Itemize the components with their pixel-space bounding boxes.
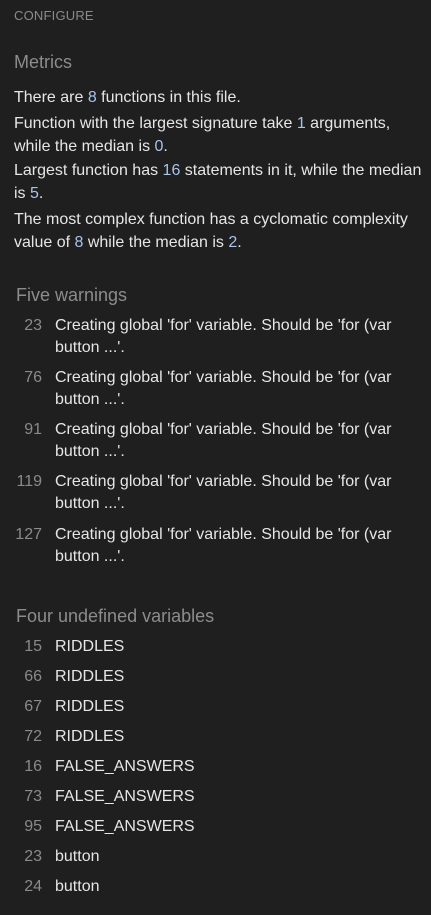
warning-message: Creating global 'for' variable. Should b… (55, 473, 392, 512)
metric-text: . (38, 185, 44, 202)
line-number: 95 (24, 818, 42, 835)
metrics-title: Metrics (14, 52, 72, 72)
metric-text: Function with the largest signature take (14, 115, 297, 132)
variable-name: RIDDLES (55, 728, 125, 745)
configure-link[interactable]: CONFIGURE (14, 8, 94, 23)
line-number: 72 (24, 728, 42, 745)
warning-message: Creating global 'for' variable. Should b… (55, 317, 392, 356)
line-number: 73 (24, 788, 42, 805)
variable-name: RIDDLES (55, 668, 125, 685)
metric-median: 5 (30, 185, 39, 202)
line-number: 66 (24, 668, 42, 685)
line-number: 23 (24, 317, 42, 334)
metric-complexity: The most complex function has a cyclomat… (14, 208, 426, 254)
line-number: 119 (16, 473, 42, 490)
line-number: 67 (24, 698, 42, 715)
variable-name: FALSE_ANSWERS (55, 788, 195, 805)
line-number: 16 (24, 758, 42, 775)
warnings-title: Five warnings (16, 285, 128, 305)
metric-text: . (163, 138, 168, 155)
metric-statements: Largest function has 16 statements in it… (14, 159, 426, 205)
metric-value: 16 (162, 162, 181, 179)
line-number: 23 (24, 848, 42, 865)
metric-text: . (237, 234, 242, 251)
metric-text: while the median is (83, 234, 229, 251)
metric-text: functions in this file. (96, 89, 241, 106)
metric-text: Largest function has (14, 162, 163, 179)
variable-name: button (55, 848, 100, 865)
line-number: 15 (24, 638, 42, 655)
metric-text: There are (14, 89, 88, 106)
variable-name: RIDDLES (55, 638, 125, 655)
line-number: 24 (24, 878, 42, 895)
variable-name: FALSE_ANSWERS (55, 758, 195, 775)
metric-signature: Function with the largest signature take… (14, 112, 426, 158)
warning-message: Creating global 'for' variable. Should b… (55, 421, 392, 460)
line-number: 127 (15, 526, 42, 543)
warning-message: Creating global 'for' variable. Should b… (55, 369, 392, 408)
line-number: 91 (24, 421, 42, 438)
line-number: 76 (24, 369, 42, 386)
variable-name: RIDDLES (55, 698, 125, 715)
undefined-variables-title: Four undefined variables (16, 606, 215, 626)
metric-value: 1 (296, 115, 306, 132)
metric-median: 2 (228, 234, 238, 251)
variable-name: FALSE_ANSWERS (55, 818, 195, 835)
warning-message: Creating global 'for' variable. Should b… (55, 526, 392, 565)
metric-functions-count: There are 8 functions in this file. (14, 86, 426, 109)
jshint-panel: CONFIGURE Metrics There are 8 functions … (0, 0, 431, 915)
variable-name: button (55, 878, 100, 895)
metric-value: 8 (87, 89, 97, 106)
